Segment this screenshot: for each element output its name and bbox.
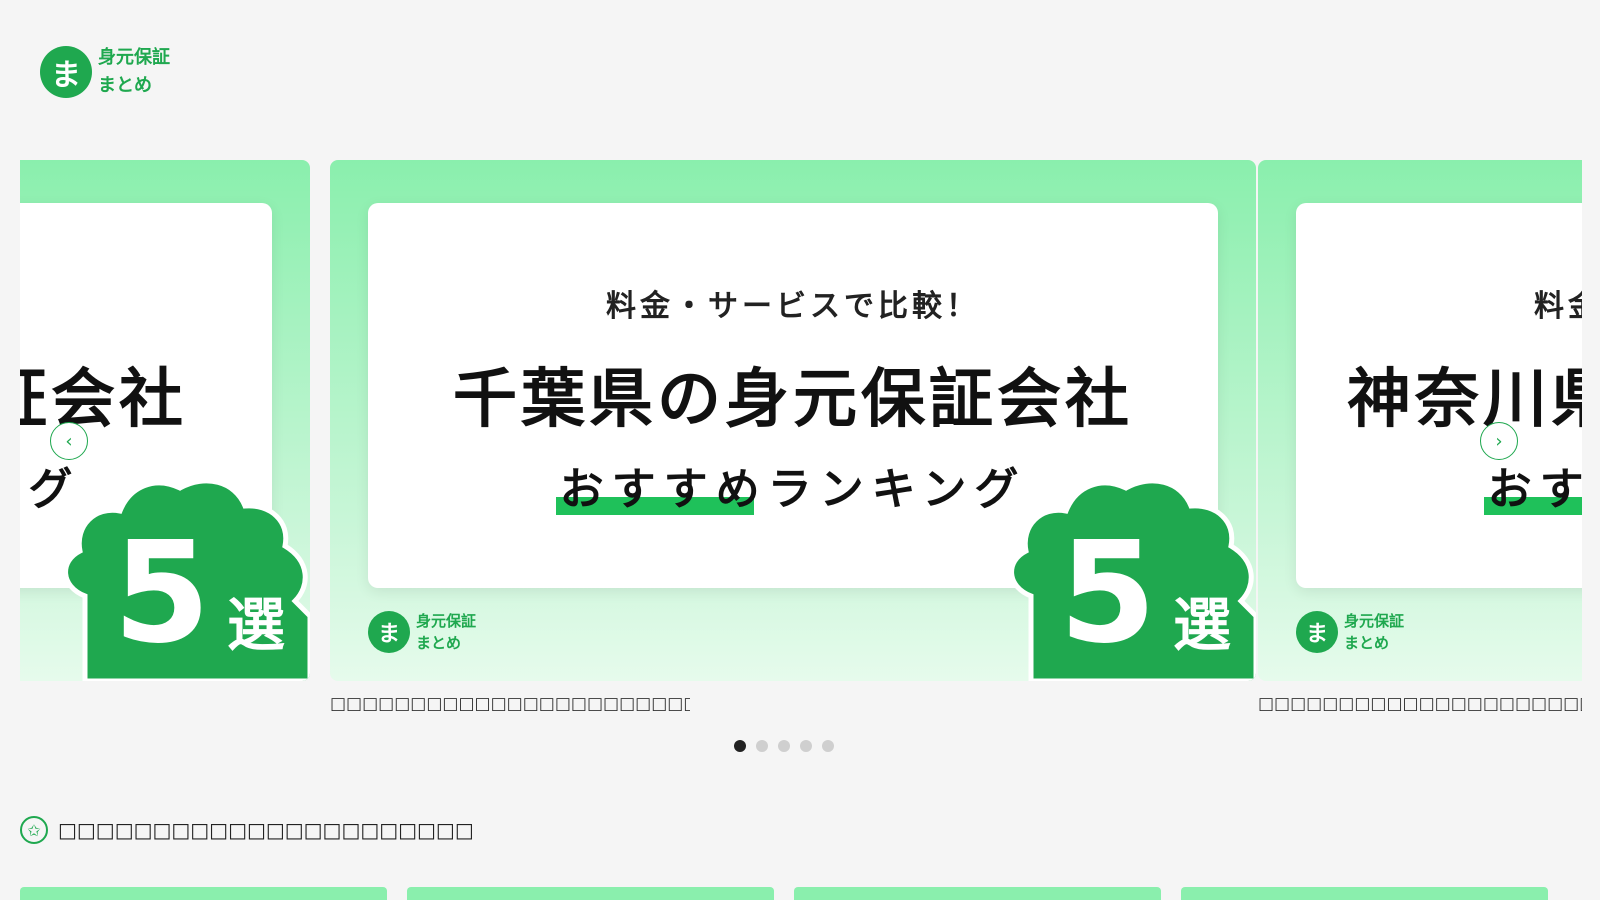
slide-card: 料金・サービスで比較！ 千葉県の身元保証会社 おすすめランキング 5 選 ま 身… [330, 160, 1256, 681]
slide-ranking: おすすめランキング [20, 464, 81, 515]
carousel-dot-2[interactable] [756, 740, 768, 752]
card-logo-line2: まとめ [1344, 634, 1390, 652]
carousel-dot-5[interactable] [822, 740, 834, 752]
card-logo: ま 身元保証 まとめ [1296, 610, 1404, 654]
carousel-dot-3[interactable] [778, 740, 790, 752]
logo-text: 身元保証 まとめ [98, 44, 170, 100]
carousel-prev-button[interactable]: ‹ [50, 422, 88, 460]
carousel-slide-next[interactable]: 料金・サービスで比較！ 神奈川県の身元保証会社 おすすめランキング ま 身元保証… [1258, 160, 1582, 714]
card-logo-line1: 身元保証 [416, 612, 477, 630]
badge-number: 5 [113, 512, 211, 675]
carousel-slide-active[interactable]: 料金・サービスで比較！ 千葉県の身元保証会社 おすすめランキング 5 選 ま 身… [330, 160, 1256, 714]
slide-subtitle: 料金・サービスで比較！ [606, 289, 980, 324]
article-thumbnail[interactable] [794, 887, 1161, 900]
carousel-dot-1[interactable] [734, 740, 746, 752]
slide-caption[interactable]: □□□□□□□□□□□□□□□□□□□□□□□□□□□□□□□□□□□□□□□□… [1258, 694, 1582, 714]
slide-inner: 料金・サービスで比較！ 神奈川県の身元保証会社 おすすめランキング [1296, 203, 1582, 588]
card-logo-mark: ま [1296, 611, 1338, 653]
article-thumbnails [20, 887, 1548, 900]
carousel-slide-prev[interactable]: 料金・サービスで比較！ 千葉県の身元保証会社 おすすめランキング 5 選 [20, 160, 310, 681]
article-thumbnail[interactable] [1181, 887, 1548, 900]
site-logo[interactable]: ま 身元保証 まとめ [40, 44, 170, 100]
slide-headline: 千葉県の身元保証会社 [453, 363, 1133, 437]
card-logo-line1: 身元保証 [1344, 612, 1405, 630]
carousel-next-button[interactable]: › [1480, 422, 1518, 460]
card-logo-line2: まとめ [416, 634, 462, 652]
logo-line1: 身元保証 [98, 47, 170, 68]
article-thumbnail[interactable] [20, 887, 387, 900]
badge-number: 5 [1059, 512, 1157, 675]
logo-mark: ま [40, 46, 92, 98]
star-icon: ✩ [20, 816, 48, 844]
slide-ranking: おすすめランキング [559, 464, 1027, 515]
badge-label: 選 [1173, 591, 1232, 659]
carousel-pagination [734, 740, 834, 752]
card-logo-mark: ま [368, 611, 410, 653]
slide-caption[interactable]: □□□□□□□□□□□□□□□□□□□□□□□□□□□□□□□□□□□□□□□□… [330, 694, 690, 714]
carousel-dot-4[interactable] [800, 740, 812, 752]
card-logo: ま 身元保証 まとめ [368, 610, 476, 654]
slide-card: 料金・サービスで比較！ 神奈川県の身元保証会社 おすすめランキング ま 身元保証… [1258, 160, 1582, 681]
badge-label: 選 [227, 591, 286, 659]
chevron-right-icon: › [1495, 430, 1503, 452]
section-header: ✩ □□□□□□□□□□□□□□□□□□□□□□ [20, 816, 474, 844]
slide-card: 料金・サービスで比較！ 千葉県の身元保証会社 おすすめランキング 5 選 [20, 160, 310, 681]
slide-subtitle: 料金・サービスで比較！ [20, 281, 272, 325]
chevron-left-icon: ‹ [65, 430, 73, 452]
slide-ranking: おすすめランキング [1487, 464, 1582, 515]
five-picks-badge: 5 選 [1001, 466, 1256, 681]
slide-headline: 神奈川県の身元保証会社 [1347, 363, 1582, 437]
section-title: □□□□□□□□□□□□□□□□□□□□□□ [58, 818, 474, 842]
five-picks-badge: 5 選 [55, 466, 310, 681]
slide-subtitle: 料金・サービスで比較！ [1534, 289, 1582, 324]
logo-line2: まとめ [98, 75, 152, 96]
banner-carousel: 料金・サービスで比較！ 千葉県の身元保証会社 おすすめランキング 5 選 料金・… [20, 160, 1582, 760]
article-thumbnail[interactable] [407, 887, 774, 900]
